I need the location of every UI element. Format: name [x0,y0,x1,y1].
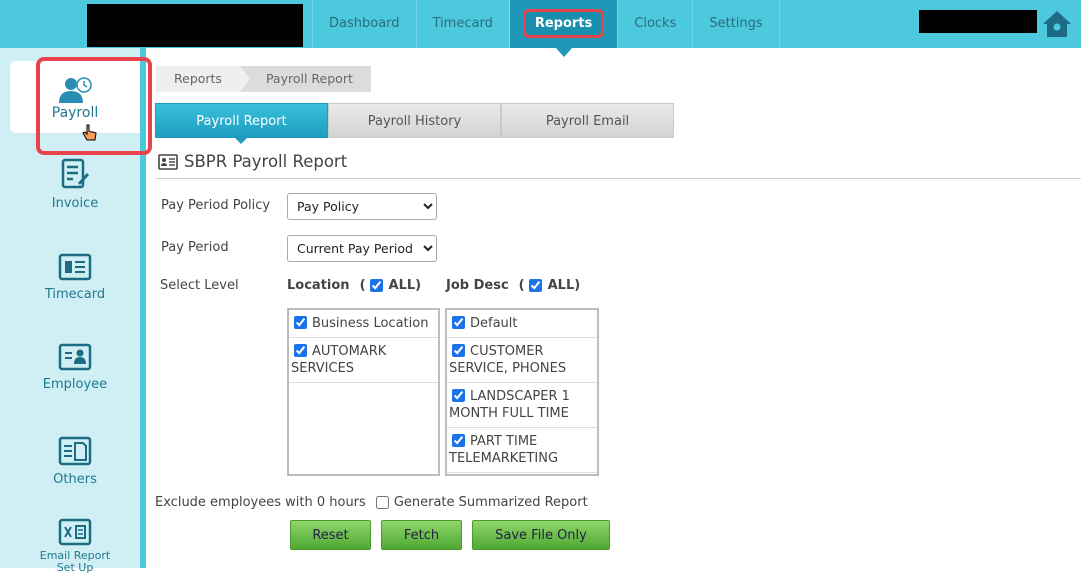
sidebar-item-label: Invoice [51,196,99,211]
job-desc-list[interactable]: Default CUSTOMER SERVICE, PHONES LANDSCA… [445,308,599,476]
list-item[interactable]: PART TIME TELEMARKETING [447,428,597,473]
employee-icon [58,343,92,371]
job-desc-header: Job Desc ( ALL ) [446,278,581,293]
exclude-zero-hours-label: Exclude employees with 0 hours [155,495,366,510]
page-title: SBPR Payroll Report [158,152,347,171]
location-checkbox[interactable] [294,344,307,357]
pay-period-label: Pay Period [161,240,229,255]
invoice-icon [61,158,89,189]
job-desc-checkbox[interactable] [452,389,465,402]
title-divider [156,178,1081,179]
main-nav: Dashboard Timecard Reports Clocks Settin… [312,0,780,57]
redacted-logo [87,4,303,47]
location-checkbox[interactable] [294,316,307,329]
nav-timecard[interactable]: Timecard [415,0,509,48]
save-file-only-button[interactable]: Save File Only [472,520,610,550]
summarized-report-label: Generate Summarized Report [393,495,588,510]
sidebar-item-employee[interactable]: Employee [10,343,140,392]
sidebar-item-invoice[interactable]: Invoice [10,158,140,211]
list-item[interactable]: AUTOMARK SERVICES [289,338,438,383]
nav-settings[interactable]: Settings [692,0,780,48]
list-item[interactable]: Default [447,310,597,338]
breadcrumb: Reports Payroll Report [156,66,371,92]
location-list[interactable]: Business Location AUTOMARK SERVICES [287,308,440,476]
report-card-icon [158,153,178,170]
redacted-user-name [919,10,1037,33]
breadcrumb-reports[interactable]: Reports [156,66,250,92]
email-report-icon [58,518,92,546]
sidebar-item-timecard[interactable]: Timecard [10,253,140,302]
nav-reports[interactable]: Reports [508,0,618,57]
job-desc-checkbox[interactable] [452,434,465,447]
home-icon[interactable] [1041,8,1073,40]
breadcrumb-payroll-report: Payroll Report [239,66,371,92]
nav-clocks[interactable]: Clocks [617,0,692,48]
pay-period-policy-select[interactable]: Pay Policy [287,193,437,220]
sidebar-item-others[interactable]: Others [10,436,140,487]
sidebar-item-label: Others [53,472,97,487]
list-item[interactable]: CUSTOMER SERVICE, PHONES [447,338,597,383]
summarized-report-checkbox[interactable] [375,496,389,509]
options-row: Exclude employees with 0 hours Generate … [155,495,588,510]
sidebar-item-label: Employee [42,377,108,392]
select-level-label: Select Level [160,278,239,293]
tab-payroll-report[interactable]: Payroll Report [155,103,328,144]
top-bar: Dashboard Timecard Reports Clocks Settin… [0,0,1081,57]
nav-dashboard[interactable]: Dashboard [312,0,416,48]
location-all-checkbox[interactable] [369,279,383,292]
sidebar-item-label: Email Report Set Up [39,549,111,574]
payroll-highlight-box [36,57,152,155]
list-item[interactable]: LANDSCAPER 1 MONTH FULL TIME [447,383,597,428]
job-desc-all-checkbox[interactable] [528,279,542,292]
pay-period-policy-label: Pay Period Policy [161,198,271,213]
sidebar: Payroll Invoice Timecard Employee Others… [0,48,152,574]
sidebar-item-label: Timecard [44,287,106,302]
job-desc-checkbox[interactable] [452,344,465,357]
fetch-button[interactable]: Fetch [381,520,462,550]
others-icon [58,436,92,466]
job-desc-checkbox[interactable] [452,316,465,329]
timecard-icon [58,253,92,281]
pay-period-select[interactable]: Current Pay Period [287,235,437,262]
tab-payroll-email[interactable]: Payroll Email [501,103,674,138]
reset-button[interactable]: Reset [290,520,371,550]
location-header: Location ( ALL ) [287,278,422,293]
report-tabs: Payroll Report Payroll History Payroll E… [155,103,674,144]
sidebar-item-email-report[interactable]: Email Report Set Up [10,518,140,574]
tab-payroll-history[interactable]: Payroll History [328,103,501,138]
list-item[interactable]: Business Location [289,310,438,338]
